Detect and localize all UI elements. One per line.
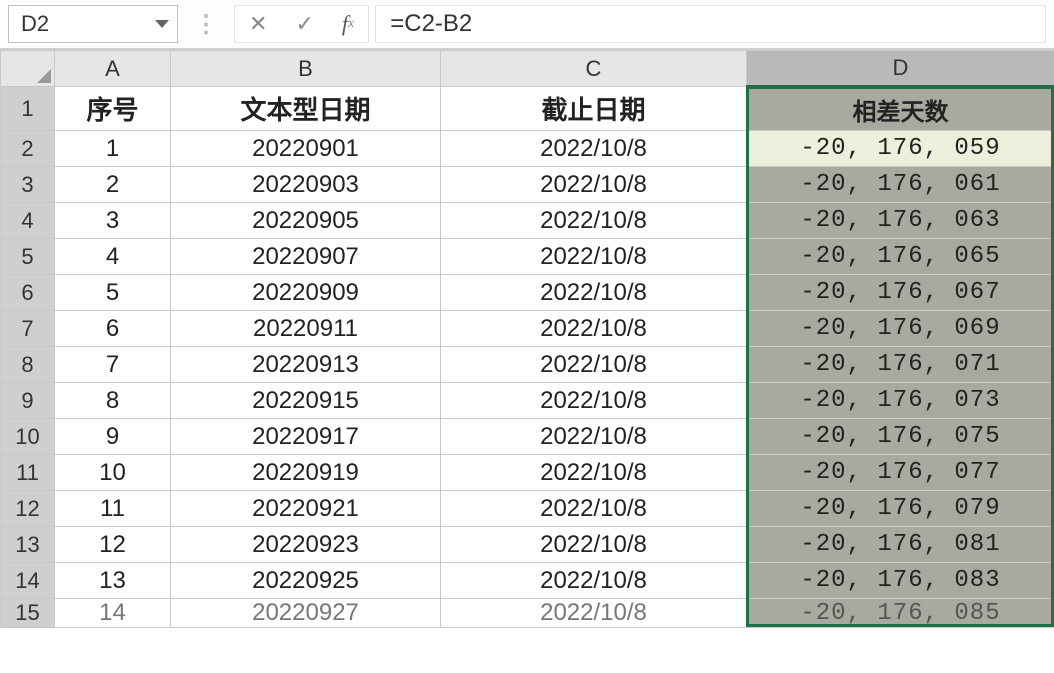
name-box-value: D2 — [21, 11, 49, 37]
cell-D12[interactable]: -20, 176, 079 — [747, 491, 1054, 527]
cell-B3[interactable]: 20220903 — [171, 167, 441, 203]
cell-A14[interactable]: 13 — [55, 563, 171, 599]
row-header-11[interactable]: 11 — [1, 455, 55, 491]
row-header-5[interactable]: 5 — [1, 239, 55, 275]
cell-D15[interactable]: -20, 176, 085 — [747, 599, 1054, 628]
col-header-C[interactable]: C — [441, 51, 747, 87]
cell-B14[interactable]: 20220925 — [171, 563, 441, 599]
cell-B10[interactable]: 20220917 — [171, 419, 441, 455]
cell-A6[interactable]: 5 — [55, 275, 171, 311]
cell-A11[interactable]: 10 — [55, 455, 171, 491]
cell-A3[interactable]: 2 — [55, 167, 171, 203]
row-header-1[interactable]: 1 — [1, 87, 55, 131]
cell-A2[interactable]: 1 — [55, 131, 171, 167]
cell-D11[interactable]: -20, 176, 077 — [747, 455, 1054, 491]
col-header-A[interactable]: A — [55, 51, 171, 87]
cell-C8[interactable]: 2022/10/8 — [441, 347, 747, 383]
cell-A1[interactable]: 序号 — [55, 87, 171, 131]
cell-C6[interactable]: 2022/10/8 — [441, 275, 747, 311]
name-box-dropdown-icon[interactable] — [155, 20, 169, 28]
spreadsheet-grid[interactable]: A B C D 1序号文本型日期截止日期相差天数21202209012022/1… — [0, 50, 1054, 628]
formula-input[interactable]: =C2-B2 — [375, 5, 1046, 43]
cell-C5[interactable]: 2022/10/8 — [441, 239, 747, 275]
cell-A9[interactable]: 8 — [55, 383, 171, 419]
cell-D8[interactable]: -20, 176, 071 — [747, 347, 1054, 383]
accept-icon[interactable]: ✓ — [295, 13, 313, 35]
cell-C13[interactable]: 2022/10/8 — [441, 527, 747, 563]
cell-C4[interactable]: 2022/10/8 — [441, 203, 747, 239]
col-header-D[interactable]: D — [747, 51, 1054, 87]
row-header-6[interactable]: 6 — [1, 275, 55, 311]
cell-B7[interactable]: 20220911 — [171, 311, 441, 347]
row-header-14[interactable]: 14 — [1, 563, 55, 599]
cell-C3[interactable]: 2022/10/8 — [441, 167, 747, 203]
cell-C10[interactable]: 2022/10/8 — [441, 419, 747, 455]
row-header-4[interactable]: 4 — [1, 203, 55, 239]
formula-bar: D2 ⋮ ✕ ✓ fx =C2-B2 — [0, 0, 1054, 50]
cell-D1[interactable]: 相差天数 — [747, 87, 1054, 131]
cell-C1[interactable]: 截止日期 — [441, 87, 747, 131]
formula-bar-buttons: ✕ ✓ fx — [234, 5, 369, 43]
cell-B2[interactable]: 20220901 — [171, 131, 441, 167]
formula-bar-separator: ⋮ — [184, 10, 228, 39]
cell-A10[interactable]: 9 — [55, 419, 171, 455]
row-header-2[interactable]: 2 — [1, 131, 55, 167]
row-header-8[interactable]: 8 — [1, 347, 55, 383]
row-header-12[interactable]: 12 — [1, 491, 55, 527]
cell-B5[interactable]: 20220907 — [171, 239, 441, 275]
row-header-9[interactable]: 9 — [1, 383, 55, 419]
cell-B8[interactable]: 20220913 — [171, 347, 441, 383]
cell-A7[interactable]: 6 — [55, 311, 171, 347]
name-box[interactable]: D2 — [8, 5, 178, 43]
cell-B4[interactable]: 20220905 — [171, 203, 441, 239]
row-header-3[interactable]: 3 — [1, 167, 55, 203]
cell-D9[interactable]: -20, 176, 073 — [747, 383, 1054, 419]
cell-A4[interactable]: 3 — [55, 203, 171, 239]
cell-B6[interactable]: 20220909 — [171, 275, 441, 311]
cell-B13[interactable]: 20220923 — [171, 527, 441, 563]
cell-D4[interactable]: -20, 176, 063 — [747, 203, 1054, 239]
cell-C14[interactable]: 2022/10/8 — [441, 563, 747, 599]
cell-D2[interactable]: -20, 176, 059 — [747, 131, 1054, 167]
cell-C12[interactable]: 2022/10/8 — [441, 491, 747, 527]
cell-B9[interactable]: 20220915 — [171, 383, 441, 419]
cell-D5[interactable]: -20, 176, 065 — [747, 239, 1054, 275]
row-header-10[interactable]: 10 — [1, 419, 55, 455]
cell-D6[interactable]: -20, 176, 067 — [747, 275, 1054, 311]
cell-C7[interactable]: 2022/10/8 — [441, 311, 747, 347]
row-header-13[interactable]: 13 — [1, 527, 55, 563]
cell-A15[interactable]: 14 — [55, 599, 171, 628]
cell-B15[interactable]: 20220927 — [171, 599, 441, 628]
cell-B1[interactable]: 文本型日期 — [171, 87, 441, 131]
cell-A12[interactable]: 11 — [55, 491, 171, 527]
cell-C11[interactable]: 2022/10/8 — [441, 455, 747, 491]
cell-D13[interactable]: -20, 176, 081 — [747, 527, 1054, 563]
cell-C9[interactable]: 2022/10/8 — [441, 383, 747, 419]
cell-C2[interactable]: 2022/10/8 — [441, 131, 747, 167]
row-header-7[interactable]: 7 — [1, 311, 55, 347]
select-all-corner[interactable] — [1, 51, 55, 87]
formula-text: =C2-B2 — [390, 10, 472, 38]
cell-D14[interactable]: -20, 176, 083 — [747, 563, 1054, 599]
col-header-B[interactable]: B — [171, 51, 441, 87]
cell-B12[interactable]: 20220921 — [171, 491, 441, 527]
fx-icon[interactable]: fx — [342, 13, 354, 35]
cell-B11[interactable]: 20220919 — [171, 455, 441, 491]
cell-A8[interactable]: 7 — [55, 347, 171, 383]
cell-C15[interactable]: 2022/10/8 — [441, 599, 747, 628]
cell-A5[interactable]: 4 — [55, 239, 171, 275]
row-header-15[interactable]: 15 — [1, 599, 55, 628]
cell-D7[interactable]: -20, 176, 069 — [747, 311, 1054, 347]
cell-A13[interactable]: 12 — [55, 527, 171, 563]
cancel-icon[interactable]: ✕ — [249, 13, 267, 35]
cell-D3[interactable]: -20, 176, 061 — [747, 167, 1054, 203]
cell-D10[interactable]: -20, 176, 075 — [747, 419, 1054, 455]
